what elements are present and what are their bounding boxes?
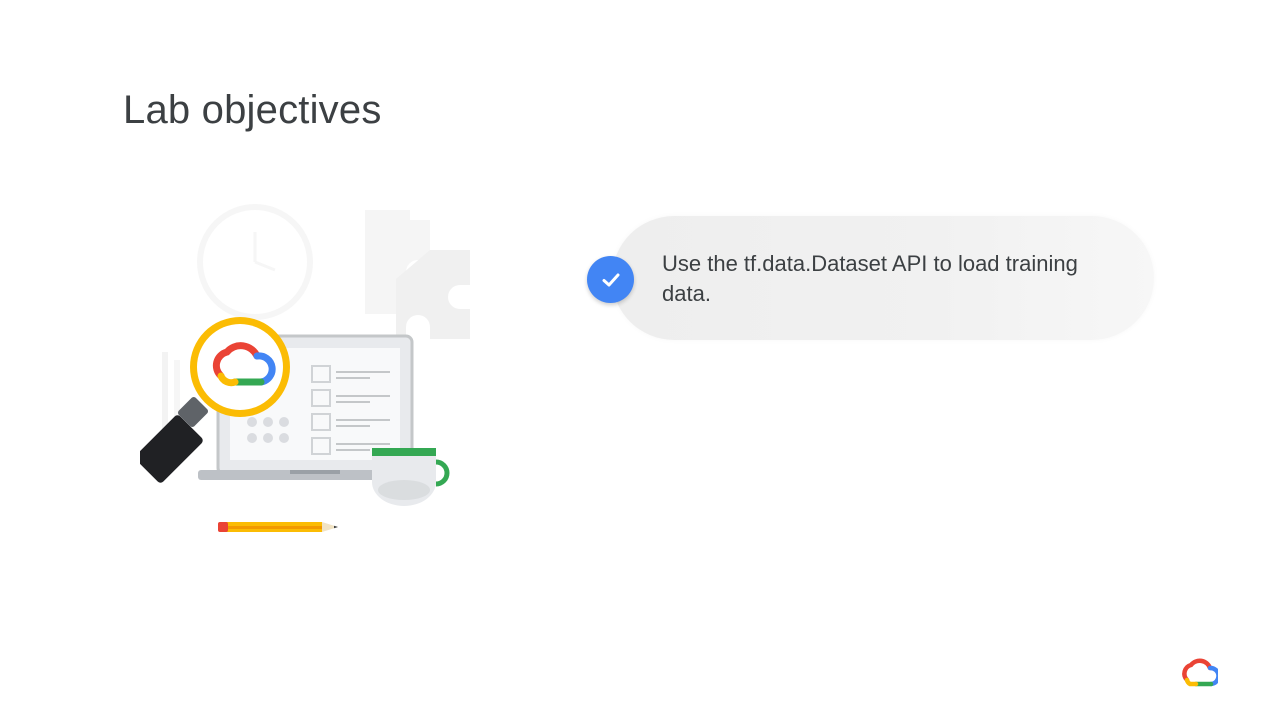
lab-illustration <box>140 204 470 532</box>
google-cloud-logo-icon <box>1182 658 1218 687</box>
slide: Lab objectives Use the tf.data.Dataset A… <box>0 0 1280 720</box>
puzzle-icon <box>365 210 470 339</box>
slide-title: Lab objectives <box>123 88 382 132</box>
check-icon <box>587 256 634 303</box>
pencil-icon <box>218 522 338 532</box>
clock-icon <box>197 204 313 320</box>
coffee-mug-icon <box>372 448 450 506</box>
objective-text: Use the tf.data.Dataset API to load trai… <box>662 251 1078 306</box>
